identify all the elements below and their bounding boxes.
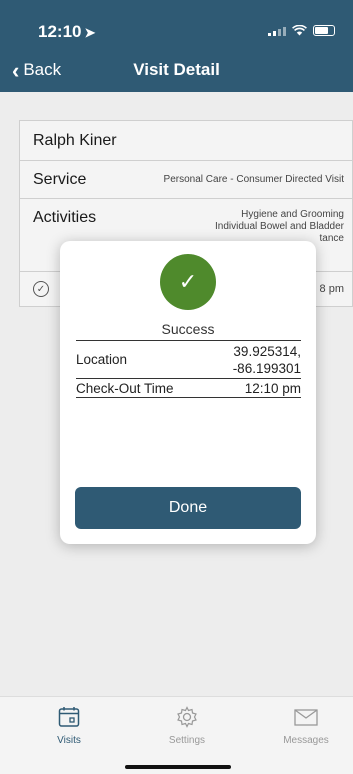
tab-messages[interactable]: Messages (266, 705, 346, 746)
checkout-time-row: Check-Out Time 12:10 pm (76, 379, 301, 398)
location-longitude: -86.199301 (232, 360, 301, 376)
checkout-info-table: Location 39.925314, -86.199301 Check-Out… (76, 340, 301, 398)
wifi-icon (292, 25, 307, 36)
success-dialog: ✓ Success Location 39.925314, -86.199301… (60, 241, 316, 544)
location-label: Location (76, 352, 128, 367)
battery-icon (313, 25, 335, 36)
checkout-time-value: 12:10 pm (244, 380, 301, 396)
location-value: 39.925314, -86.199301 (233, 343, 301, 377)
done-button[interactable]: Done (75, 487, 301, 529)
signal-icon (268, 25, 286, 36)
tab-bar: Visits Settings Messages (0, 696, 353, 774)
home-indicator (125, 765, 231, 769)
tab-label: Messages (283, 735, 329, 746)
location-arrow-icon: ➤ (84, 25, 96, 40)
envelope-icon (294, 709, 318, 726)
tab-label: Settings (168, 735, 206, 746)
app-header: 12:10 ➤ ‹ Back Visit Detail (0, 0, 353, 92)
location-row: Location 39.925314, -86.199301 (76, 341, 301, 379)
clock: 12:10 (38, 22, 82, 41)
success-check-icon: ✓ (160, 254, 216, 310)
status-icons (268, 25, 335, 36)
tab-visits[interactable]: Visits (29, 705, 109, 746)
checkout-time-label: Check-Out Time (76, 380, 174, 396)
status-time: 12:10 ➤ (38, 22, 95, 42)
tab-label: Visits (57, 735, 81, 746)
gear-icon (177, 706, 197, 728)
success-status: Success (161, 321, 215, 337)
tab-settings[interactable]: Settings (147, 705, 227, 746)
calendar-icon (58, 707, 80, 727)
page-title: Visit Detail (133, 60, 220, 79)
location-latitude: 39.925314, (233, 343, 301, 359)
